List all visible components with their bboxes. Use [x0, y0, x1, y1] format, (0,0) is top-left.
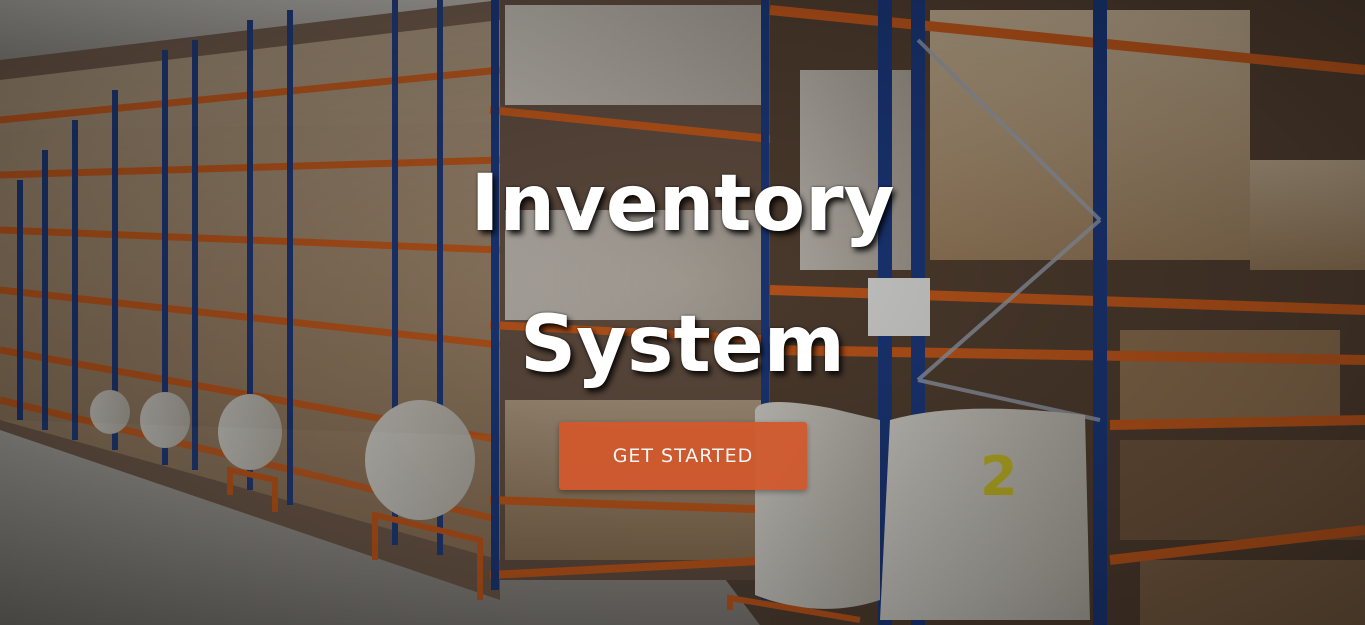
hero-title-line-2: System — [520, 300, 845, 390]
hero-title-line-1: Inventory — [470, 159, 895, 249]
get-started-button[interactable]: GET STARTED — [559, 422, 807, 490]
hero-section: 2 Inventory System GET STARTED — [0, 0, 1365, 625]
